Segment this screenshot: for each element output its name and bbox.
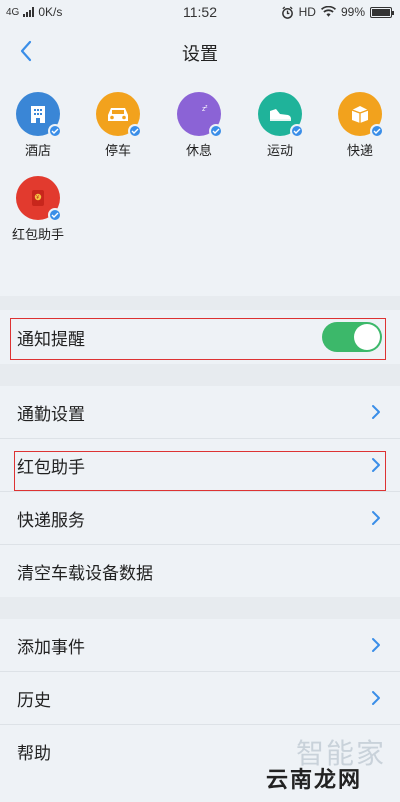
shortcut-sport[interactable]: 运动: [245, 92, 315, 159]
toggle-knob: [354, 324, 380, 350]
menu-item-history[interactable]: 历史: [0, 672, 400, 724]
menu-item-label: 快递服务: [17, 510, 85, 530]
shortcut-label: 停车: [104, 143, 131, 158]
check-badge-icon: [48, 124, 62, 138]
menu-item-commute[interactable]: 通勤设置: [0, 386, 400, 438]
menu-item-redpacket[interactable]: 红包助手: [0, 439, 400, 491]
battery-percent: 99%: [340, 5, 365, 19]
section-gap: [0, 296, 400, 310]
menu-item-label: 添加事件: [17, 637, 85, 657]
menu-item-label: 历史: [17, 690, 51, 710]
page-title: 设置: [182, 44, 218, 64]
chevron-right-icon: [372, 638, 380, 652]
alarm-icon: [281, 5, 293, 19]
check-badge-icon: [209, 124, 223, 138]
menu-item-clear-car-data[interactable]: 清空车载设备数据: [0, 545, 400, 597]
check-badge-icon: [290, 124, 304, 138]
battery-icon: [370, 6, 394, 18]
check-badge-icon: [370, 124, 384, 138]
check-badge-icon: [128, 124, 142, 138]
nav-bar: 设置: [0, 30, 400, 74]
menu-item-add-event[interactable]: 添加事件: [0, 619, 400, 671]
wifi-icon: [320, 6, 336, 17]
svg-text:¥: ¥: [36, 195, 39, 201]
shortcut-label: 酒店: [24, 143, 51, 158]
hd-badge: HD: [298, 5, 316, 19]
chevron-right-icon: [372, 691, 380, 705]
menu-item-express[interactable]: 快递服务: [0, 492, 400, 544]
shortcut-rest[interactable]: zz 休息: [164, 92, 234, 159]
shortcut-redpacket[interactable]: ¥ 红包助手: [3, 176, 73, 243]
shortcut-label: 快递: [346, 143, 373, 158]
menu-item-label: 红包助手: [17, 457, 85, 477]
package-icon: [338, 92, 384, 138]
chevron-right-icon: [372, 458, 380, 472]
shortcut-label: 红包助手: [11, 227, 64, 242]
shortcut-express[interactable]: 快递: [325, 92, 395, 159]
section-gap: [0, 597, 400, 619]
notify-row[interactable]: 通知提醒: [0, 310, 400, 364]
hotel-building-icon: [16, 92, 62, 138]
shortcut-label: 休息: [185, 143, 212, 158]
menu-item-label: 通勤设置: [17, 404, 85, 424]
chevron-right-icon: [372, 405, 380, 419]
red-envelope-icon: ¥: [16, 176, 62, 222]
moon-sleep-icon: zz: [177, 92, 223, 138]
notify-toggle[interactable]: [322, 322, 382, 352]
menu-item-label: 清空车载设备数据: [17, 563, 153, 583]
shortcut-hotel[interactable]: 酒店: [3, 92, 73, 159]
watermark-bottom: 云南龙网: [265, 767, 362, 792]
sneaker-icon: [258, 92, 304, 138]
status-bar: 4G 0K/s 11:52 HD 99%: [0, 0, 400, 24]
notify-label: 通知提醒: [17, 329, 85, 349]
chevron-right-icon: [372, 511, 380, 525]
check-badge-icon: [48, 208, 62, 222]
car-icon: [96, 92, 142, 138]
svg-text:z: z: [205, 104, 208, 110]
shortcut-label: 运动: [266, 143, 293, 158]
section-gap: [0, 364, 400, 386]
status-right: HD 99%: [281, 5, 394, 19]
shortcut-parking[interactable]: 停车: [83, 92, 153, 159]
